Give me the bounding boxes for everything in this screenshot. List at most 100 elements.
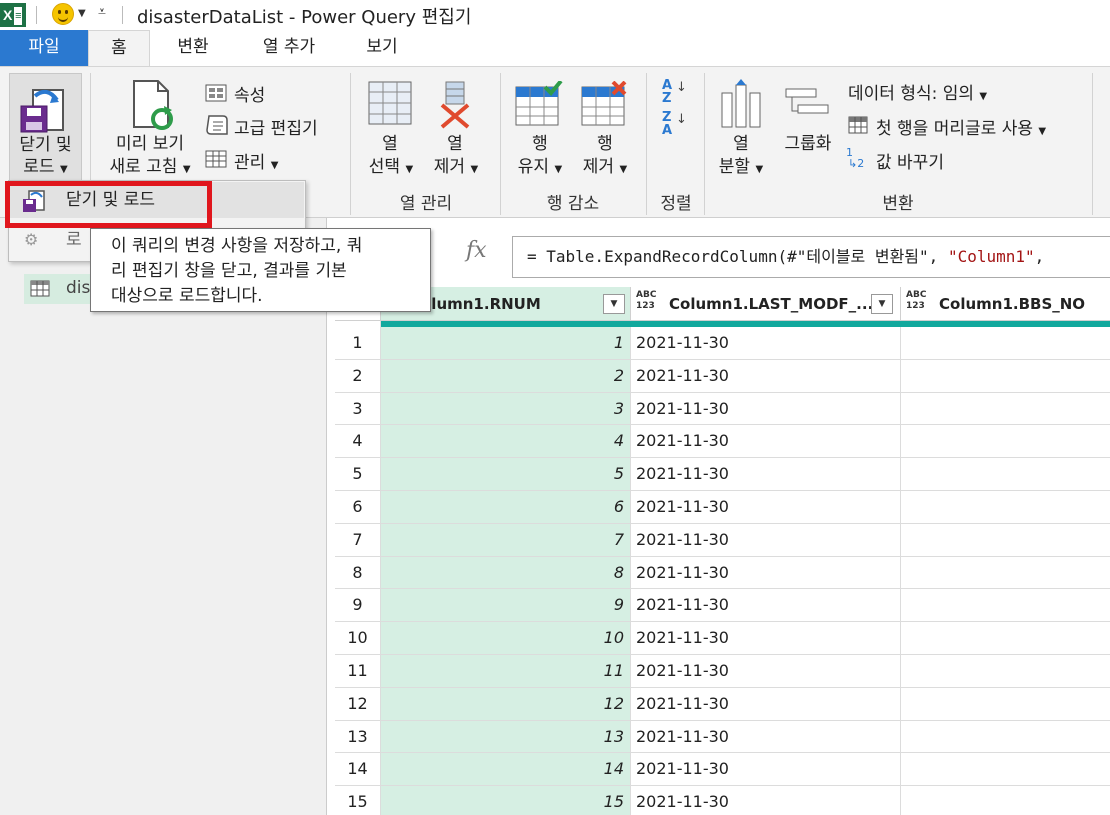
- cell-bbs-no[interactable]: [901, 523, 1110, 557]
- row-number[interactable]: 13: [335, 720, 381, 754]
- remove-columns-label-2[interactable]: 제거: [434, 157, 465, 177]
- chevron-down-icon[interactable]: ▼: [619, 164, 627, 175]
- row-number[interactable]: 10: [335, 622, 381, 655]
- cell-last-modified[interactable]: 2021-11-30: [631, 655, 901, 688]
- type-any-icon[interactable]: ABC 123: [636, 290, 656, 312]
- cell-bbs-no[interactable]: [901, 720, 1110, 754]
- use-first-row-as-header-button[interactable]: 첫 행을 머리글로 사용: [876, 119, 1033, 139]
- refresh-preview-label-1[interactable]: 미리 보기: [100, 133, 200, 155]
- row-number[interactable]: 9: [335, 589, 381, 623]
- row-number[interactable]: 1: [335, 327, 381, 360]
- split-column-label-1[interactable]: 열: [711, 133, 771, 155]
- chevron-down-icon[interactable]: ▼: [78, 8, 86, 19]
- chevron-down-icon[interactable]: ▼: [405, 164, 413, 175]
- tab-home[interactable]: 홈: [88, 30, 150, 66]
- chevron-down-icon[interactable]: ▼: [979, 91, 987, 102]
- chevron-down-icon[interactable]: ▼: [755, 164, 763, 175]
- cell-last-modified[interactable]: 2021-11-30: [631, 786, 901, 815]
- formula-bar[interactable]: = Table.ExpandRecordColumn(#"테이블로 변환됨", …: [512, 236, 1110, 278]
- row-number[interactable]: 8: [335, 556, 381, 590]
- chevron-down-icon[interactable]: ▼: [1038, 126, 1046, 137]
- group-by-button[interactable]: 그룹화: [778, 133, 838, 155]
- row-number[interactable]: 15: [335, 786, 381, 815]
- cell-rnum[interactable]: 1: [381, 327, 631, 360]
- data-type-dropdown[interactable]: 데이터 형식: 임의: [848, 84, 974, 104]
- remove-columns-label-1[interactable]: 열: [425, 133, 485, 155]
- type-any-icon[interactable]: ABC 123: [906, 290, 926, 312]
- split-column-label-2[interactable]: 분할: [719, 157, 750, 177]
- cell-bbs-no[interactable]: [901, 458, 1110, 491]
- cell-bbs-no[interactable]: [901, 655, 1110, 688]
- chevron-down-icon[interactable]: ▼: [470, 164, 478, 175]
- choose-columns-label-2[interactable]: 선택: [369, 157, 400, 177]
- chevron-down-icon[interactable]: ▼: [554, 164, 562, 175]
- row-number[interactable]: 7: [335, 523, 381, 557]
- cell-rnum[interactable]: 11: [381, 655, 631, 688]
- cell-last-modified[interactable]: 2021-11-30: [631, 753, 901, 787]
- row-number[interactable]: 14: [335, 753, 381, 787]
- cell-rnum[interactable]: 7: [381, 523, 631, 557]
- cell-last-modified[interactable]: 2021-11-30: [631, 720, 901, 754]
- cell-bbs-no[interactable]: [901, 622, 1110, 655]
- tab-transform[interactable]: 변환: [158, 30, 228, 66]
- cell-rnum[interactable]: 2: [381, 359, 631, 393]
- sort-ascending-icon[interactable]: A Z ↓: [662, 79, 687, 105]
- advanced-editor-button[interactable]: 고급 편집기: [234, 114, 318, 139]
- cell-last-modified[interactable]: 2021-11-30: [631, 425, 901, 459]
- cell-bbs-no[interactable]: [901, 753, 1110, 787]
- cell-rnum[interactable]: 13: [381, 720, 631, 754]
- cell-bbs-no[interactable]: [901, 556, 1110, 590]
- cell-bbs-no[interactable]: [901, 359, 1110, 393]
- cell-last-modified[interactable]: 2021-11-30: [631, 327, 901, 360]
- cell-rnum[interactable]: 4: [381, 425, 631, 459]
- chevron-down-icon[interactable]: ▼: [271, 160, 279, 171]
- cell-bbs-no[interactable]: [901, 327, 1110, 360]
- row-number[interactable]: 3: [335, 392, 381, 426]
- cell-last-modified[interactable]: 2021-11-30: [631, 687, 901, 721]
- fx-icon[interactable]: fx: [466, 238, 487, 263]
- cell-rnum[interactable]: 14: [381, 753, 631, 787]
- cell-last-modified[interactable]: 2021-11-30: [631, 523, 901, 557]
- manage-button[interactable]: 관리: [234, 153, 265, 173]
- remove-rows-label-2[interactable]: 제거: [583, 157, 614, 177]
- column-header[interactable]: ABC 123 Column1.BBS_NO: [901, 287, 1110, 321]
- cell-bbs-no[interactable]: [901, 425, 1110, 459]
- row-number[interactable]: 2: [335, 359, 381, 393]
- cell-last-modified[interactable]: 2021-11-30: [631, 392, 901, 426]
- cell-rnum[interactable]: 12: [381, 687, 631, 721]
- cell-last-modified[interactable]: 2021-11-30: [631, 556, 901, 590]
- properties-button[interactable]: 속성: [234, 81, 265, 106]
- filter-dropdown-icon[interactable]: ▼: [603, 294, 625, 314]
- cell-rnum[interactable]: 10: [381, 622, 631, 655]
- cell-rnum[interactable]: 5: [381, 458, 631, 491]
- customize-toolbar-icon[interactable]: ⩡: [98, 4, 106, 20]
- choose-columns-label-1[interactable]: 열: [360, 133, 420, 155]
- smiley-feedback-icon[interactable]: [52, 3, 74, 25]
- excel-icon[interactable]: X ≡: [0, 3, 26, 27]
- remove-rows-label-1[interactable]: 행: [575, 133, 635, 155]
- close-load-button[interactable]: 닫기 및 로드 ▼: [9, 73, 82, 183]
- cell-rnum[interactable]: 6: [381, 491, 631, 524]
- cell-rnum[interactable]: 3: [381, 392, 631, 426]
- cell-last-modified[interactable]: 2021-11-30: [631, 589, 901, 623]
- cell-last-modified[interactable]: 2021-11-30: [631, 491, 901, 524]
- refresh-preview-label-2[interactable]: 새로 고침: [109, 157, 177, 177]
- cell-last-modified[interactable]: 2021-11-30: [631, 458, 901, 491]
- replace-values-button[interactable]: 값 바꾸기: [876, 148, 944, 173]
- row-number[interactable]: 5: [335, 458, 381, 491]
- tab-file[interactable]: 파일: [0, 30, 88, 66]
- cell-rnum[interactable]: 15: [381, 786, 631, 815]
- cell-last-modified[interactable]: 2021-11-30: [631, 359, 901, 393]
- cell-rnum[interactable]: 9: [381, 589, 631, 623]
- cell-bbs-no[interactable]: [901, 687, 1110, 721]
- filter-dropdown-icon[interactable]: ▼: [871, 294, 893, 314]
- tab-view[interactable]: 보기: [352, 30, 412, 66]
- column-header[interactable]: ABC 123 Column1.LAST_MODF_... ▼: [631, 287, 901, 321]
- row-number[interactable]: 4: [335, 425, 381, 459]
- cell-rnum[interactable]: 8: [381, 556, 631, 590]
- sort-descending-icon[interactable]: Z A ↓: [662, 111, 687, 137]
- chevron-down-icon[interactable]: ▼: [183, 164, 191, 175]
- cell-bbs-no[interactable]: [901, 589, 1110, 623]
- row-number[interactable]: 6: [335, 491, 381, 524]
- cell-bbs-no[interactable]: [901, 786, 1110, 815]
